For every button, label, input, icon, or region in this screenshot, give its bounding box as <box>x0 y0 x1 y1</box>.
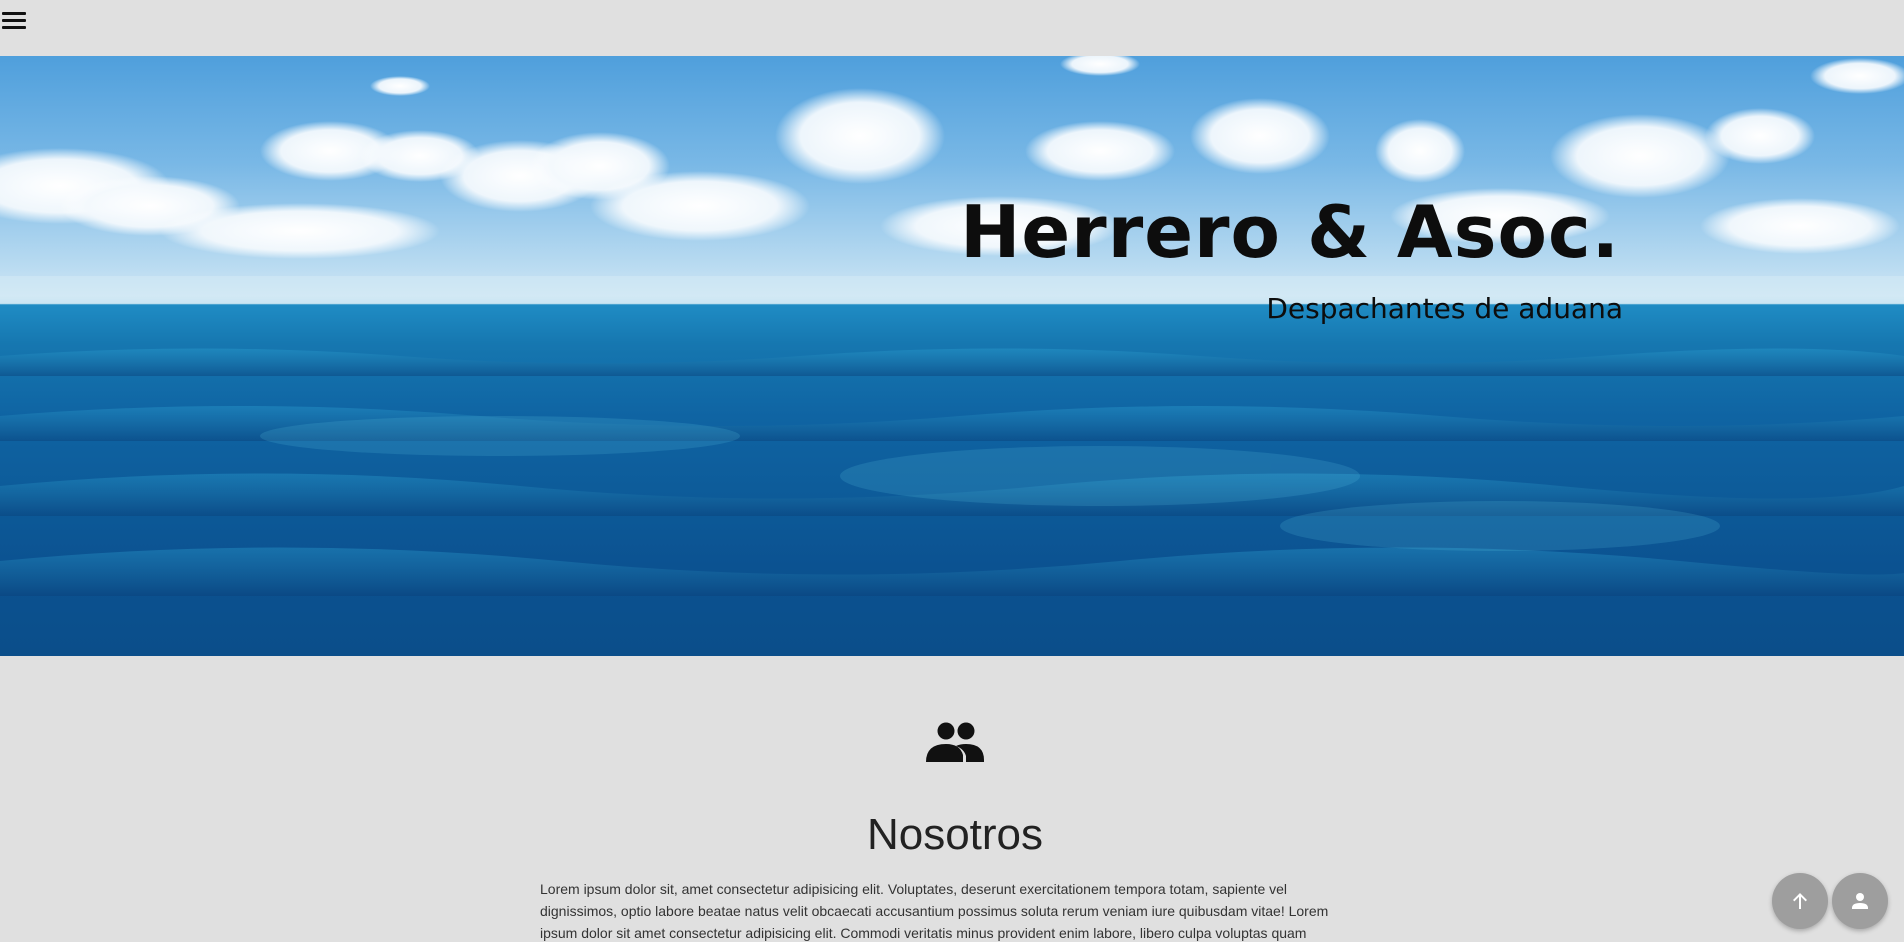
hero-banner: Herrero & Asoc. Despachantes de aduana <box>0 56 1904 656</box>
about-body-text: Lorem ipsum dolor sit, amet consectetur … <box>540 881 1329 941</box>
hero-title: Herrero & Asoc. <box>960 190 1620 274</box>
hero-subtitle: Despachantes de aduana <box>1266 292 1623 325</box>
ocean-background-image <box>0 56 1904 596</box>
people-icon <box>926 722 984 762</box>
top-bar <box>0 0 1904 56</box>
arrow-up-icon <box>1793 893 1807 909</box>
hamburger-menu-icon[interactable] <box>2 10 28 32</box>
user-account-button[interactable] <box>1832 873 1888 929</box>
person-icon <box>1852 893 1868 909</box>
about-title: Nosotros <box>866 810 1044 859</box>
scroll-to-top-button[interactable] <box>1772 873 1828 929</box>
